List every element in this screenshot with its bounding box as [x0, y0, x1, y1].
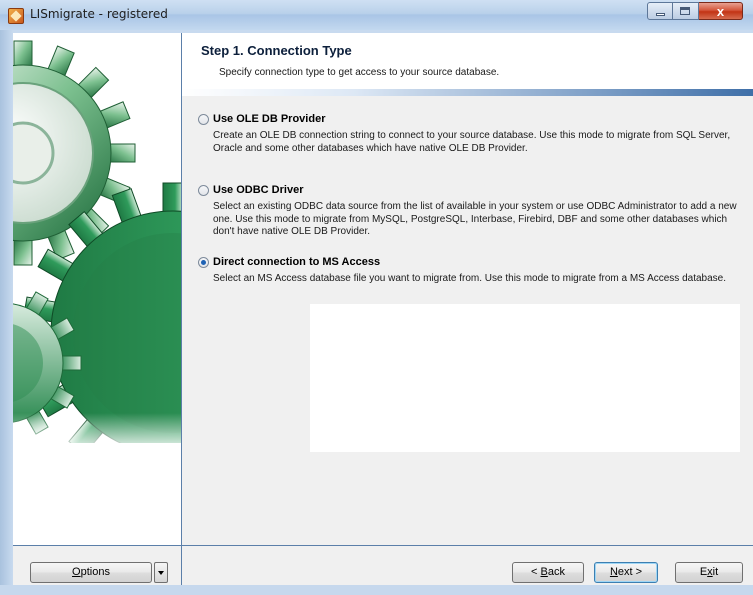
step-subtitle: Specify connection type to get access to…	[219, 67, 500, 78]
step-title: Step 1. Connection Type	[201, 43, 352, 58]
next-button[interactable]: Next >	[594, 562, 658, 583]
option-description: Select an MS Access database file you wa…	[213, 273, 727, 284]
back-label-pre: <	[531, 566, 541, 578]
window-controls: x	[647, 2, 743, 21]
options-button[interactable]: Options	[30, 562, 152, 583]
option-detail-area	[310, 304, 740, 452]
exit-button[interactable]: Exit	[675, 562, 743, 583]
option-description: Select an existing ODBC data source from…	[213, 201, 737, 237]
radio-ms-access[interactable]	[198, 257, 209, 268]
next-label-post: ext >	[617, 566, 643, 578]
close-button[interactable]: x	[699, 2, 743, 20]
gear-illustration	[13, 40, 181, 545]
wizard-footer: Options < Back Next > Exit	[13, 545, 753, 586]
close-icon: x	[716, 4, 725, 19]
back-button[interactable]: < Back	[512, 562, 584, 583]
wizard-side-panel	[13, 33, 182, 545]
option-description: Create an OLE DB connection string to co…	[213, 130, 731, 154]
options-label-post: ptions	[80, 566, 110, 578]
app-icon	[8, 8, 24, 24]
maximize-button[interactable]	[673, 2, 699, 20]
title-bar[interactable]: LISmigrate - registered x	[0, 0, 753, 31]
window-frame-bottom	[0, 585, 753, 595]
window-frame-left	[0, 30, 13, 595]
back-label-key: B	[540, 566, 548, 578]
wizard-header: Step 1. Connection Type Specify connecti…	[182, 33, 753, 89]
radio-odbc[interactable]	[198, 185, 209, 196]
next-label-key: N	[609, 566, 618, 578]
option-label[interactable]: Use OLE DB Provider	[213, 113, 325, 125]
option-label[interactable]: Use ODBC Driver	[213, 184, 303, 196]
wizard-content: Use OLE DB Provider Create an OLE DB con…	[182, 96, 753, 545]
minimize-button[interactable]	[647, 2, 673, 20]
options-dropdown-button[interactable]	[154, 562, 168, 583]
options-label-key: O	[72, 566, 81, 578]
exit-label-post: it	[712, 566, 719, 578]
header-divider	[182, 89, 753, 96]
option-label[interactable]: Direct connection to MS Access	[213, 256, 380, 268]
radio-ole-db[interactable]	[198, 114, 209, 125]
window-title: LISmigrate - registered	[30, 7, 168, 21]
footer-separator	[181, 546, 182, 586]
back-label-post: ack	[547, 566, 565, 578]
